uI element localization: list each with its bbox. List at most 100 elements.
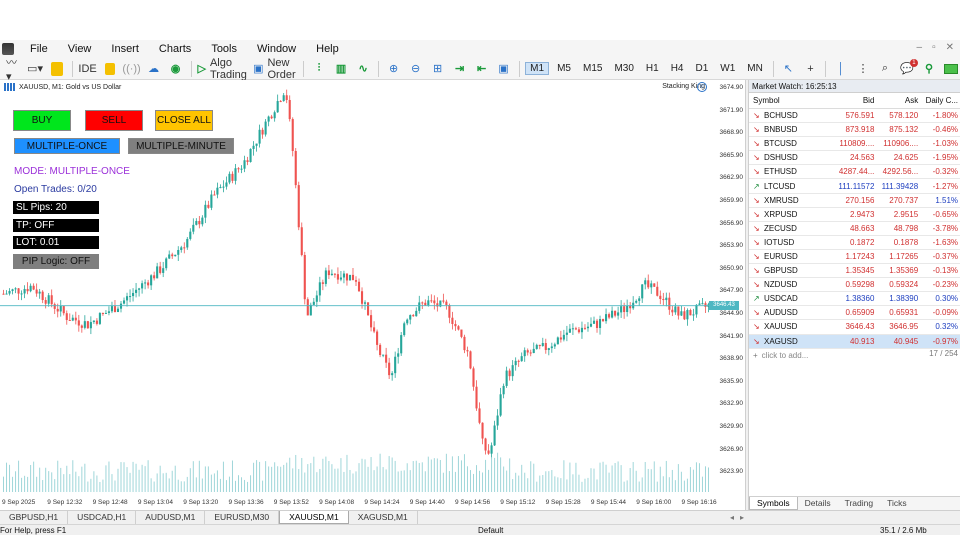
timeframe-w1[interactable]: W1 (716, 63, 739, 74)
menu-file[interactable]: File (20, 43, 58, 55)
menu-help[interactable]: Help (306, 43, 349, 55)
zoom-out-icon[interactable]: ⊖ (407, 60, 425, 78)
bid-cell: 3646.43 (845, 322, 875, 332)
tp-field[interactable]: TP: OFF (13, 219, 99, 232)
crosshair-icon[interactable]: + (801, 60, 819, 78)
market-watch-row[interactable]: ↘ GBPUSD 1.35345 1.35369 -0.13% (749, 264, 960, 279)
close-icon[interactable]: ✕ (946, 42, 954, 53)
sl-pips-field[interactable]: SL Pips: 20 (13, 201, 99, 214)
lot-field[interactable]: LOT: 0.01 (13, 236, 99, 249)
add-symbol-row[interactable]: + click to add... 17 / 254 (749, 349, 960, 363)
header-ask[interactable]: Ask (876, 96, 920, 105)
more-tools-icon[interactable]: ⋮ (854, 60, 872, 78)
market-watch-row[interactable]: ↘ EURUSD 1.17243 1.17265 -0.37% (749, 250, 960, 265)
volume-bar (96, 475, 98, 492)
pip-logic-button[interactable]: PIP Logic: OFF (13, 254, 99, 269)
price-tick-label: 3629.90 (719, 423, 744, 430)
new-order-button[interactable]: ▣ New Order (251, 57, 297, 81)
candles-icon[interactable]: ▥ (332, 60, 350, 78)
candle-body (574, 328, 577, 330)
menu-charts[interactable]: Charts (149, 43, 201, 55)
dollar-icon[interactable] (48, 60, 66, 78)
arrow-down-icon: ↘ (753, 336, 760, 346)
timeframe-m1[interactable]: M1 (525, 62, 550, 75)
header-bid[interactable]: Bid (823, 96, 877, 105)
autoscroll-icon[interactable]: ⇥ (451, 60, 469, 78)
expert-advisor-icon[interactable]: ☺ (697, 82, 707, 92)
minimize-icon[interactable]: – (917, 42, 923, 53)
bar-chart-icon[interactable]: ⫶ (310, 60, 328, 78)
notifications-icon[interactable]: 💬 1 (898, 58, 918, 78)
timeframe-h1[interactable]: H1 (642, 63, 663, 74)
vertical-line-icon[interactable]: │ (832, 60, 850, 78)
timeframe-m5[interactable]: M5 (553, 63, 575, 74)
candle-body (276, 101, 279, 113)
signals-icon[interactable]: ⚲ (920, 60, 938, 78)
multiple-once-button[interactable]: MULTIPLE-ONCE (14, 138, 120, 154)
chart-tab-xagusd[interactable]: XAGUSD,M1 (349, 511, 418, 524)
line-chart-icon[interactable]: ∿ (354, 60, 372, 78)
price-chart[interactable]: XAUUSD, M1: Gold vs US Dollar Stacking K… (0, 80, 746, 510)
volume-bar (394, 460, 396, 492)
market-watch-row[interactable]: ↘ XAUUSD 3646.43 3646.95 0.32% (749, 320, 960, 335)
screenshot-icon[interactable]: ▣ (495, 60, 513, 78)
restore-icon[interactable]: ▫ (932, 42, 936, 53)
timeframe-mn[interactable]: MN (743, 63, 767, 74)
header-symbol[interactable]: Symbol (749, 96, 823, 105)
market-watch-row[interactable]: ↘ BCHUSD 576.591 578.120 -1.80% (749, 109, 960, 124)
close-all-button[interactable]: CLOSE ALL (155, 110, 213, 131)
market-watch-row[interactable]: ↘ XRPUSD 2.9473 2.9515 -0.65% (749, 208, 960, 222)
grid-icon[interactable]: ⊞ (429, 60, 447, 78)
market-watch-row[interactable]: ↘ AUDUSD 0.65909 0.65931 -0.09% (749, 306, 960, 321)
chart-tab-gbpusd[interactable]: GBPUSD,H1 (0, 511, 69, 524)
market-watch-row[interactable]: ↗ LTCUSD 111.11572 111.39428 -1.27% (749, 179, 960, 194)
timeframe-m30[interactable]: M30 (610, 63, 637, 74)
chart-tab-usdcad[interactable]: USDCAD,H1 (68, 511, 137, 524)
market-watch-row[interactable]: ↘ XAGUSD 40.913 40.945 -0.97% (749, 334, 960, 349)
chart-tab-xauusd[interactable]: XAUUSD,M1 (279, 511, 349, 524)
ide-button[interactable]: IDE (78, 60, 96, 78)
multiple-minute-button[interactable]: MULTIPLE-MINUTE (128, 138, 234, 154)
zoom-in-icon[interactable]: ⊕ (385, 60, 403, 78)
market-watch-row[interactable]: ↘ XMRUSD 270.156 270.737 1.51% (749, 194, 960, 208)
sell-button[interactable]: SELL (85, 110, 143, 131)
market-icon[interactable]: ◉ (167, 60, 185, 78)
market-watch-row[interactable]: ↗ USDCAD 1.38360 1.38390 0.30% (749, 292, 960, 307)
cloud-icon[interactable]: ☁ (145, 60, 163, 78)
lock-icon[interactable] (101, 60, 119, 78)
buy-button[interactable]: BUY (13, 110, 71, 131)
chart-shift-icon[interactable]: ⇤ (473, 60, 491, 78)
menu-tools[interactable]: Tools (201, 43, 247, 55)
menu-window[interactable]: Window (247, 43, 306, 55)
cursor-icon[interactable]: ↖ (779, 60, 797, 78)
timeframe-m15[interactable]: M15 (579, 63, 606, 74)
candle-body (330, 273, 333, 276)
tab-details[interactable]: Details (798, 497, 838, 510)
chart-type-icon[interactable]: 〰▾ (4, 57, 22, 83)
tab-symbols[interactable]: Symbols (749, 497, 798, 510)
market-watch-row[interactable]: ↘ ETHUSD 4287.44... 4292.56... -0.32% (749, 165, 960, 180)
tab-ticks[interactable]: Ticks (880, 497, 914, 510)
menu-view[interactable]: View (58, 43, 102, 55)
market-watch-row[interactable]: ↘ BNBUSD 873.918 875.132 -0.46% (749, 123, 960, 138)
search-icon[interactable]: ⌕ (876, 60, 894, 78)
market-watch-row[interactable]: ↘ IOTUSD 0.1872 0.1878 -1.63% (749, 236, 960, 250)
templates-icon[interactable]: ▭▾ (26, 60, 44, 78)
volume-bar (141, 464, 143, 492)
profile-toggle[interactable] (942, 60, 960, 78)
chart-tab-eurusd[interactable]: EURUSD,M30 (205, 511, 280, 524)
header-daily-change[interactable]: Daily C... (920, 96, 960, 105)
tab-right-icon[interactable]: ▸ (740, 511, 744, 524)
algo-trading-button[interactable]: ▷ Algo Trading (197, 57, 247, 81)
market-watch-row[interactable]: ↘ BTCUSD 110809.... 110906.... -1.03% (749, 137, 960, 152)
market-watch-row[interactable]: ↘ ZECUSD 48.663 48.798 -3.78% (749, 222, 960, 236)
tab-trading[interactable]: Trading (838, 497, 881, 510)
timeframe-d1[interactable]: D1 (691, 63, 712, 74)
chart-tab-audusd[interactable]: AUDUSD,M1 (136, 511, 206, 524)
menu-insert[interactable]: Insert (101, 43, 149, 55)
timeframe-h4[interactable]: H4 (667, 63, 688, 74)
tab-left-icon[interactable]: ◂ (730, 511, 734, 524)
market-watch-row[interactable]: ↘ DSHUSD 24.563 24.625 -1.95% (749, 151, 960, 166)
signal-icon[interactable]: ((·)) (122, 60, 140, 78)
market-watch-row[interactable]: ↘ NZDUSD 0.59298 0.59324 -0.23% (749, 278, 960, 293)
